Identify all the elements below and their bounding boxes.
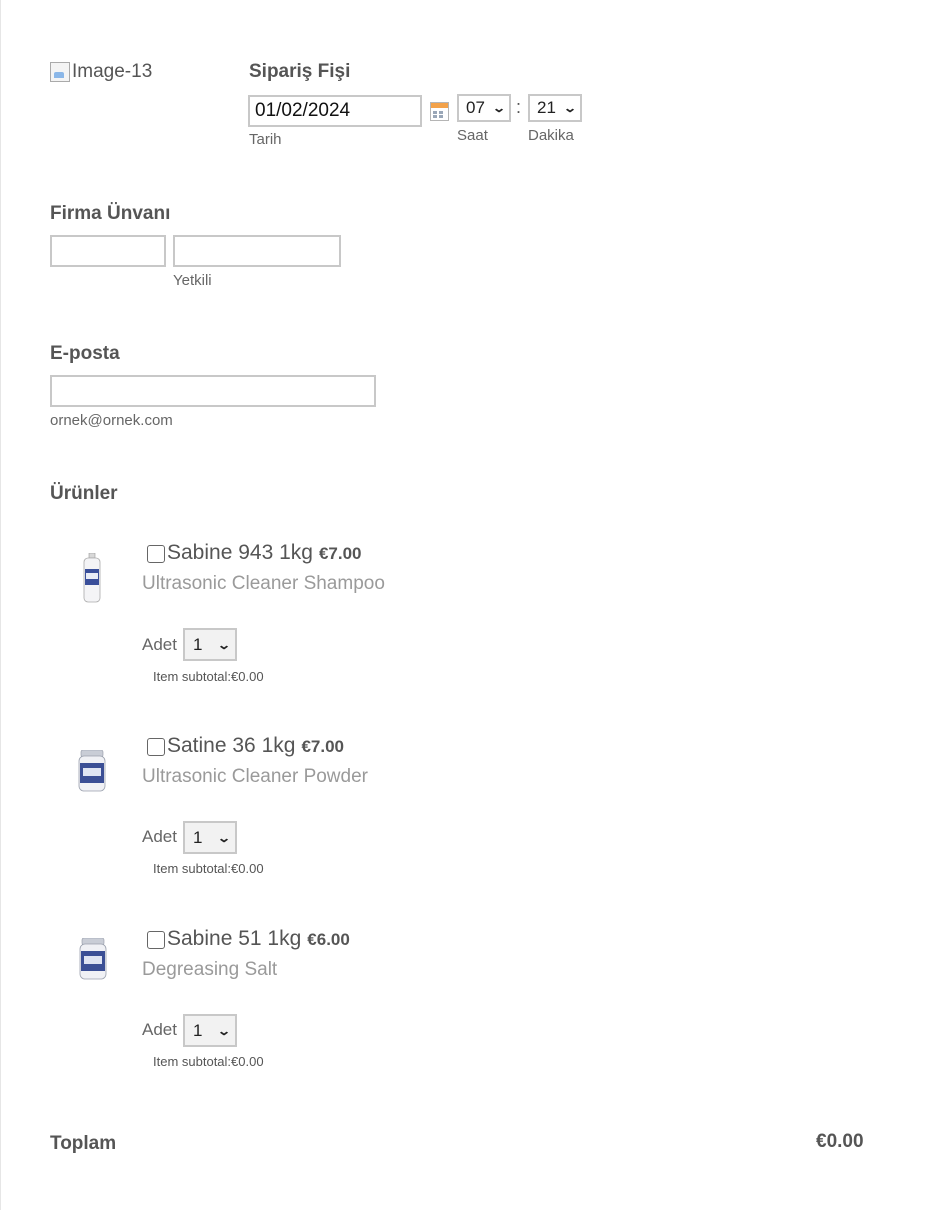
- time-separator: :: [516, 97, 522, 117]
- product-checkbox[interactable]: [147, 738, 165, 756]
- hour-sublabel: Saat: [457, 127, 488, 144]
- quantity-select[interactable]: 1 ⌄: [183, 1014, 237, 1047]
- chevron-down-icon: ⌄: [562, 101, 578, 115]
- quantity-value: 1: [193, 827, 203, 847]
- form-title: Sipariş Fişi: [249, 61, 351, 82]
- chevron-down-icon: ⌄: [216, 637, 232, 652]
- hour-select[interactable]: 07 ⌄: [457, 94, 511, 122]
- calendar-icon[interactable]: [430, 102, 449, 121]
- quantity-label: Adet: [142, 1020, 177, 1039]
- jar-icon: [78, 750, 106, 792]
- product-price: €7.00: [318, 544, 362, 563]
- date-sublabel: Tarih: [249, 131, 282, 148]
- quantity-select[interactable]: 1 ⌄: [183, 628, 237, 661]
- minute-select[interactable]: 21 ⌄: [528, 94, 582, 122]
- date-input[interactable]: [248, 95, 422, 127]
- chevron-down-icon: ⌄: [216, 830, 232, 845]
- logo-alt-text: Image-13: [72, 61, 153, 82]
- email-hint: ornek@ornek.com: [50, 412, 173, 429]
- total-label: Toplam: [50, 1133, 117, 1154]
- product-title: Sabine 943 1kg €7.00: [167, 541, 362, 565]
- quantity-value: 1: [193, 634, 203, 654]
- quantity-value: 1: [193, 1020, 203, 1040]
- company-name-input[interactable]: [50, 235, 166, 267]
- minute-sublabel: Dakika: [528, 127, 574, 144]
- total-value: €0.00: [816, 1131, 864, 1152]
- contact-person-input[interactable]: [173, 235, 341, 267]
- product-name: Satine 36 1kg: [167, 734, 296, 757]
- hour-value: 07: [466, 98, 485, 117]
- minute-value: 21: [537, 98, 556, 117]
- item-subtotal: Item subtotal:€0.00: [153, 861, 264, 876]
- chevron-down-icon: ⌄: [216, 1023, 232, 1038]
- product-name: Sabine 943 1kg: [167, 541, 313, 564]
- product-title: Sabine 51 1kg €6.00: [167, 927, 350, 951]
- item-subtotal: Item subtotal:€0.00: [153, 669, 264, 684]
- quantity-label: Adet: [142, 635, 177, 654]
- quantity-select[interactable]: 1 ⌄: [183, 821, 237, 854]
- product-checkbox[interactable]: [147, 931, 165, 949]
- product-description: Ultrasonic Cleaner Shampoo: [142, 573, 385, 594]
- contact-sublabel: Yetkili: [173, 272, 212, 289]
- bottle-icon: [83, 553, 101, 603]
- product-description: Degreasing Salt: [142, 959, 278, 980]
- quantity-label: Adet: [142, 827, 177, 846]
- product-title: Satine 36 1kg €7.00: [167, 734, 344, 758]
- products-label: Ürünler: [50, 483, 118, 504]
- logo-image: Image-13: [50, 61, 170, 83]
- product-price: €6.00: [307, 930, 350, 949]
- broken-image-icon: [50, 62, 70, 82]
- product-description: Ultrasonic Cleaner Powder: [142, 766, 368, 787]
- jar-icon: [79, 938, 107, 980]
- product-checkbox[interactable]: [147, 545, 165, 563]
- chevron-down-icon: ⌄: [491, 101, 507, 115]
- frame-edge: [0, 0, 1, 1210]
- email-label: E-posta: [50, 343, 120, 364]
- product-name: Sabine 51 1kg: [167, 927, 302, 950]
- email-input[interactable]: [50, 375, 376, 407]
- product-price: €7.00: [301, 737, 344, 756]
- company-label: Firma Ünvanı: [50, 203, 171, 224]
- item-subtotal: Item subtotal:€0.00: [153, 1054, 264, 1069]
